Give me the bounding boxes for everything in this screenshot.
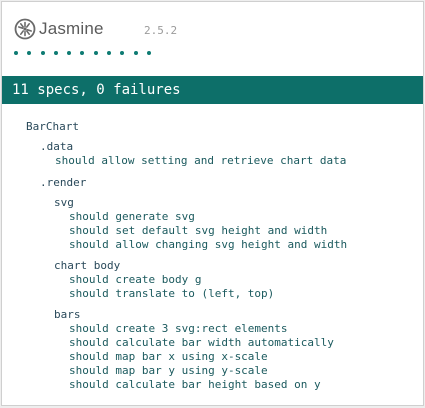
spec-item[interactable]: should calculate bar height based on y xyxy=(69,378,321,391)
spec-passed-dot[interactable] xyxy=(133,51,138,55)
suite-title-chart-body[interactable]: chart body xyxy=(54,259,120,272)
spec-passed-dot[interactable] xyxy=(120,51,125,55)
spec-passed-dot[interactable] xyxy=(93,51,98,55)
spec-item[interactable]: should allow setting and retrieve chart … xyxy=(55,154,346,167)
spec-passed-dot[interactable] xyxy=(67,51,72,55)
suite-title-data[interactable]: .data xyxy=(40,140,73,153)
spec-passed-dot[interactable] xyxy=(27,51,32,55)
jasmine-flower-icon xyxy=(14,18,36,40)
spec-passed-dot[interactable] xyxy=(146,51,151,55)
spec-item[interactable]: should create 3 svg:rect elements xyxy=(69,322,288,335)
version-label: 2.5.2 xyxy=(144,24,178,37)
suite-title-bars[interactable]: bars xyxy=(54,308,81,321)
spec-item[interactable]: should calculate bar width automatically xyxy=(69,336,334,349)
spec-item[interactable]: should allow changing svg height and wid… xyxy=(69,238,347,251)
summary-bar: 11 specs, 0 failures xyxy=(2,76,423,104)
spec-passed-dot[interactable] xyxy=(14,51,18,55)
spec-item[interactable]: should translate to (left, top) xyxy=(69,287,274,300)
spec-status-dots xyxy=(14,51,160,55)
spec-item[interactable]: should set default svg height and width xyxy=(69,224,327,237)
spec-item[interactable]: should map bar y using y-scale xyxy=(69,364,268,377)
spec-passed-dot[interactable] xyxy=(80,51,85,55)
spec-item[interactable]: should create body g xyxy=(69,273,201,286)
suite-title-barchart[interactable]: BarChart xyxy=(26,120,79,133)
logo-text: Jasmine xyxy=(39,19,104,38)
jasmine-page: Jasmine 2.5.2 11 specs, 0 failures BarCh… xyxy=(1,1,424,406)
spec-item[interactable]: should map bar x using x-scale xyxy=(69,350,268,363)
jasmine-logo[interactable]: Jasmine xyxy=(14,18,104,40)
spec-item[interactable]: should generate svg xyxy=(69,210,195,223)
spec-passed-dot[interactable] xyxy=(53,51,58,55)
suite-title-render[interactable]: .render xyxy=(40,176,86,189)
summary-text[interactable]: 11 specs, 0 failures xyxy=(12,82,181,98)
banner: Jasmine 2.5.2 xyxy=(2,2,423,72)
suite-title-svg[interactable]: svg xyxy=(54,196,74,209)
spec-passed-dot[interactable] xyxy=(107,51,112,55)
spec-passed-dot[interactable] xyxy=(40,51,45,55)
